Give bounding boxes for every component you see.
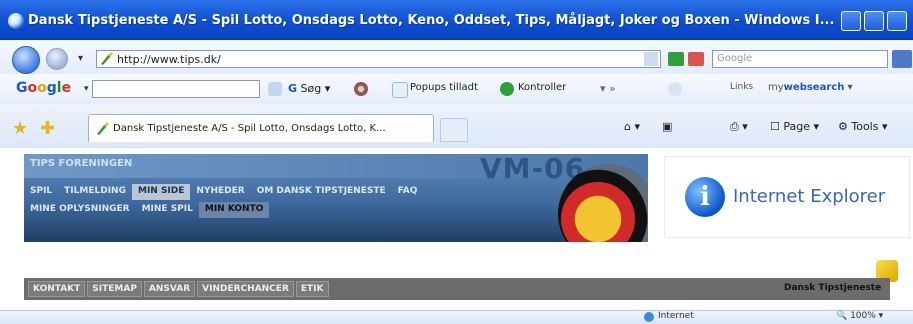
- history-dropdown-icon[interactable]: ▾: [78, 53, 83, 64]
- url-text: http://www.tips.dk/: [117, 53, 221, 66]
- nav-nyheder[interactable]: NYHEDER: [190, 184, 250, 200]
- close-button[interactable]: [887, 11, 907, 31]
- footer-link-vinderchancer[interactable]: VINDERCHANCER: [197, 281, 294, 297]
- tab-title: Dansk Tipstjeneste A/S - Spil Lotto, Ons…: [113, 123, 386, 134]
- window-title: Dansk Tipstjeneste A/S - Spil Lotto, Ons…: [28, 13, 835, 28]
- search-dropdown-icon[interactable]: [268, 82, 282, 96]
- spellcheck-icon[interactable]: [500, 82, 514, 96]
- stop-icon[interactable]: [688, 52, 704, 66]
- footer-link-sitemap[interactable]: SITEMAP: [87, 281, 142, 297]
- ie-icon: [8, 13, 24, 29]
- address-field[interactable]: http://www.tips.dk/: [96, 50, 661, 68]
- footer-link-etik[interactable]: ETIK: [295, 281, 329, 297]
- footer-link-ansvar[interactable]: ANSVAR: [143, 281, 196, 297]
- address-toolbar: ▾ http://www.tips.dk/ Google: [0, 40, 913, 75]
- feeds-icon[interactable]: ▣: [662, 120, 672, 133]
- window-controls: [841, 11, 907, 31]
- refresh-icon[interactable]: [668, 52, 684, 66]
- spellcheck-button[interactable]: Kontroller: [518, 82, 566, 93]
- footer-links: KONTAKT SITEMAP ANSVAR VINDERCHANCER ETI…: [28, 281, 329, 297]
- maximize-button[interactable]: [864, 11, 884, 31]
- more-options-icon[interactable]: ▾ »: [600, 82, 616, 95]
- footer-link-kontakt[interactable]: KONTAKT: [28, 281, 86, 297]
- site-brand: TIPS FORENINGEN: [30, 158, 133, 169]
- tab-toolbar: ★ ✚ Dansk Tipstjeneste A/S - Spil Lotto,…: [0, 104, 913, 149]
- google-logo[interactable]: Google: [16, 80, 71, 96]
- pagerank-icon[interactable]: [354, 82, 368, 96]
- tab-tips[interactable]: Dansk Tipstjeneste A/S - Spil Lotto, Ons…: [88, 114, 434, 142]
- add-favorites-icon[interactable]: ✚: [40, 118, 55, 139]
- tab-page-icon: [97, 122, 109, 135]
- footer-bar: KONTAKT SITEMAP ANSVAR VINDERCHANCER ETI…: [24, 278, 890, 300]
- page-icon: [101, 52, 113, 65]
- nav-min-konto[interactable]: MIN KONTO: [198, 202, 270, 218]
- websearch-button[interactable]: mywebsearch ▾: [768, 82, 853, 93]
- new-tab-button[interactable]: [440, 118, 468, 142]
- title-bar: Dansk Tipstjeneste A/S - Spil Lotto, Ons…: [0, 0, 913, 40]
- nav-om[interactable]: OM DANSK TIPSTJENESTE: [251, 184, 392, 200]
- status-bar: Internet 🔍 100% ▾: [0, 310, 913, 324]
- page-content: TIPS FORENINGEN VM-06 SPIL TILMELDING MI…: [0, 148, 913, 310]
- popup-blocker-button[interactable]: Popups tilladt: [410, 82, 478, 93]
- ie-logo-icon: i: [685, 177, 725, 217]
- back-button[interactable]: [12, 46, 40, 74]
- nav-mine-oplysninger[interactable]: MINE OPLYSNINGER: [24, 202, 136, 218]
- secondary-nav: MINE OPLYSNINGER MINE SPIL MIN KONTO: [24, 202, 270, 218]
- favorites-star-icon[interactable]: ★: [12, 118, 28, 139]
- nav-spil[interactable]: SPIL: [24, 184, 58, 200]
- popup-blocker-icon[interactable]: [392, 82, 408, 98]
- nav-tilmelding[interactable]: TILMELDING: [58, 184, 132, 200]
- google-toolbar: Google ▾ G Søg ▾ Popups tilladt Kontroll…: [0, 74, 913, 105]
- google-search-button[interactable]: G Søg ▾: [288, 82, 330, 95]
- search-input[interactable]: Google: [712, 50, 888, 68]
- address-dropdown-icon[interactable]: [644, 52, 658, 66]
- google-search-input[interactable]: [92, 80, 260, 98]
- settings-icon[interactable]: [668, 82, 682, 96]
- tools-menu-button[interactable]: ⚙ Tools ▾: [838, 120, 888, 133]
- nav-min-side[interactable]: MIN SIDE: [131, 184, 191, 200]
- page-menu-button[interactable]: ☐ Page ▾: [770, 120, 819, 133]
- home-icon[interactable]: ⌂ ▾: [624, 120, 640, 133]
- links-button[interactable]: Links: [730, 82, 753, 92]
- primary-nav: SPIL TILMELDING MIN SIDE NYHEDER OM DANS…: [24, 184, 423, 200]
- ie-promo[interactable]: i Internet Explorer: [664, 156, 910, 238]
- ie-promo-text: Internet Explorer: [733, 186, 886, 207]
- nav-faq[interactable]: FAQ: [392, 184, 424, 200]
- forward-button[interactable]: [46, 48, 68, 70]
- zoom-level[interactable]: 🔍 100% ▾: [836, 311, 883, 321]
- minimize-button[interactable]: [841, 11, 861, 31]
- nav-mine-spil[interactable]: MINE SPIL: [136, 202, 199, 218]
- site-banner: TIPS FORENINGEN VM-06 SPIL TILMELDING MI…: [24, 154, 648, 242]
- search-go-button[interactable]: [892, 50, 912, 68]
- print-icon[interactable]: ⎙ ▾: [730, 120, 748, 134]
- internet-zone-icon: [644, 312, 654, 322]
- footer-company: Dansk Tipstjeneste: [784, 283, 882, 293]
- google-menu-icon[interactable]: ▾: [84, 84, 89, 94]
- zone-text: Internet: [658, 311, 694, 321]
